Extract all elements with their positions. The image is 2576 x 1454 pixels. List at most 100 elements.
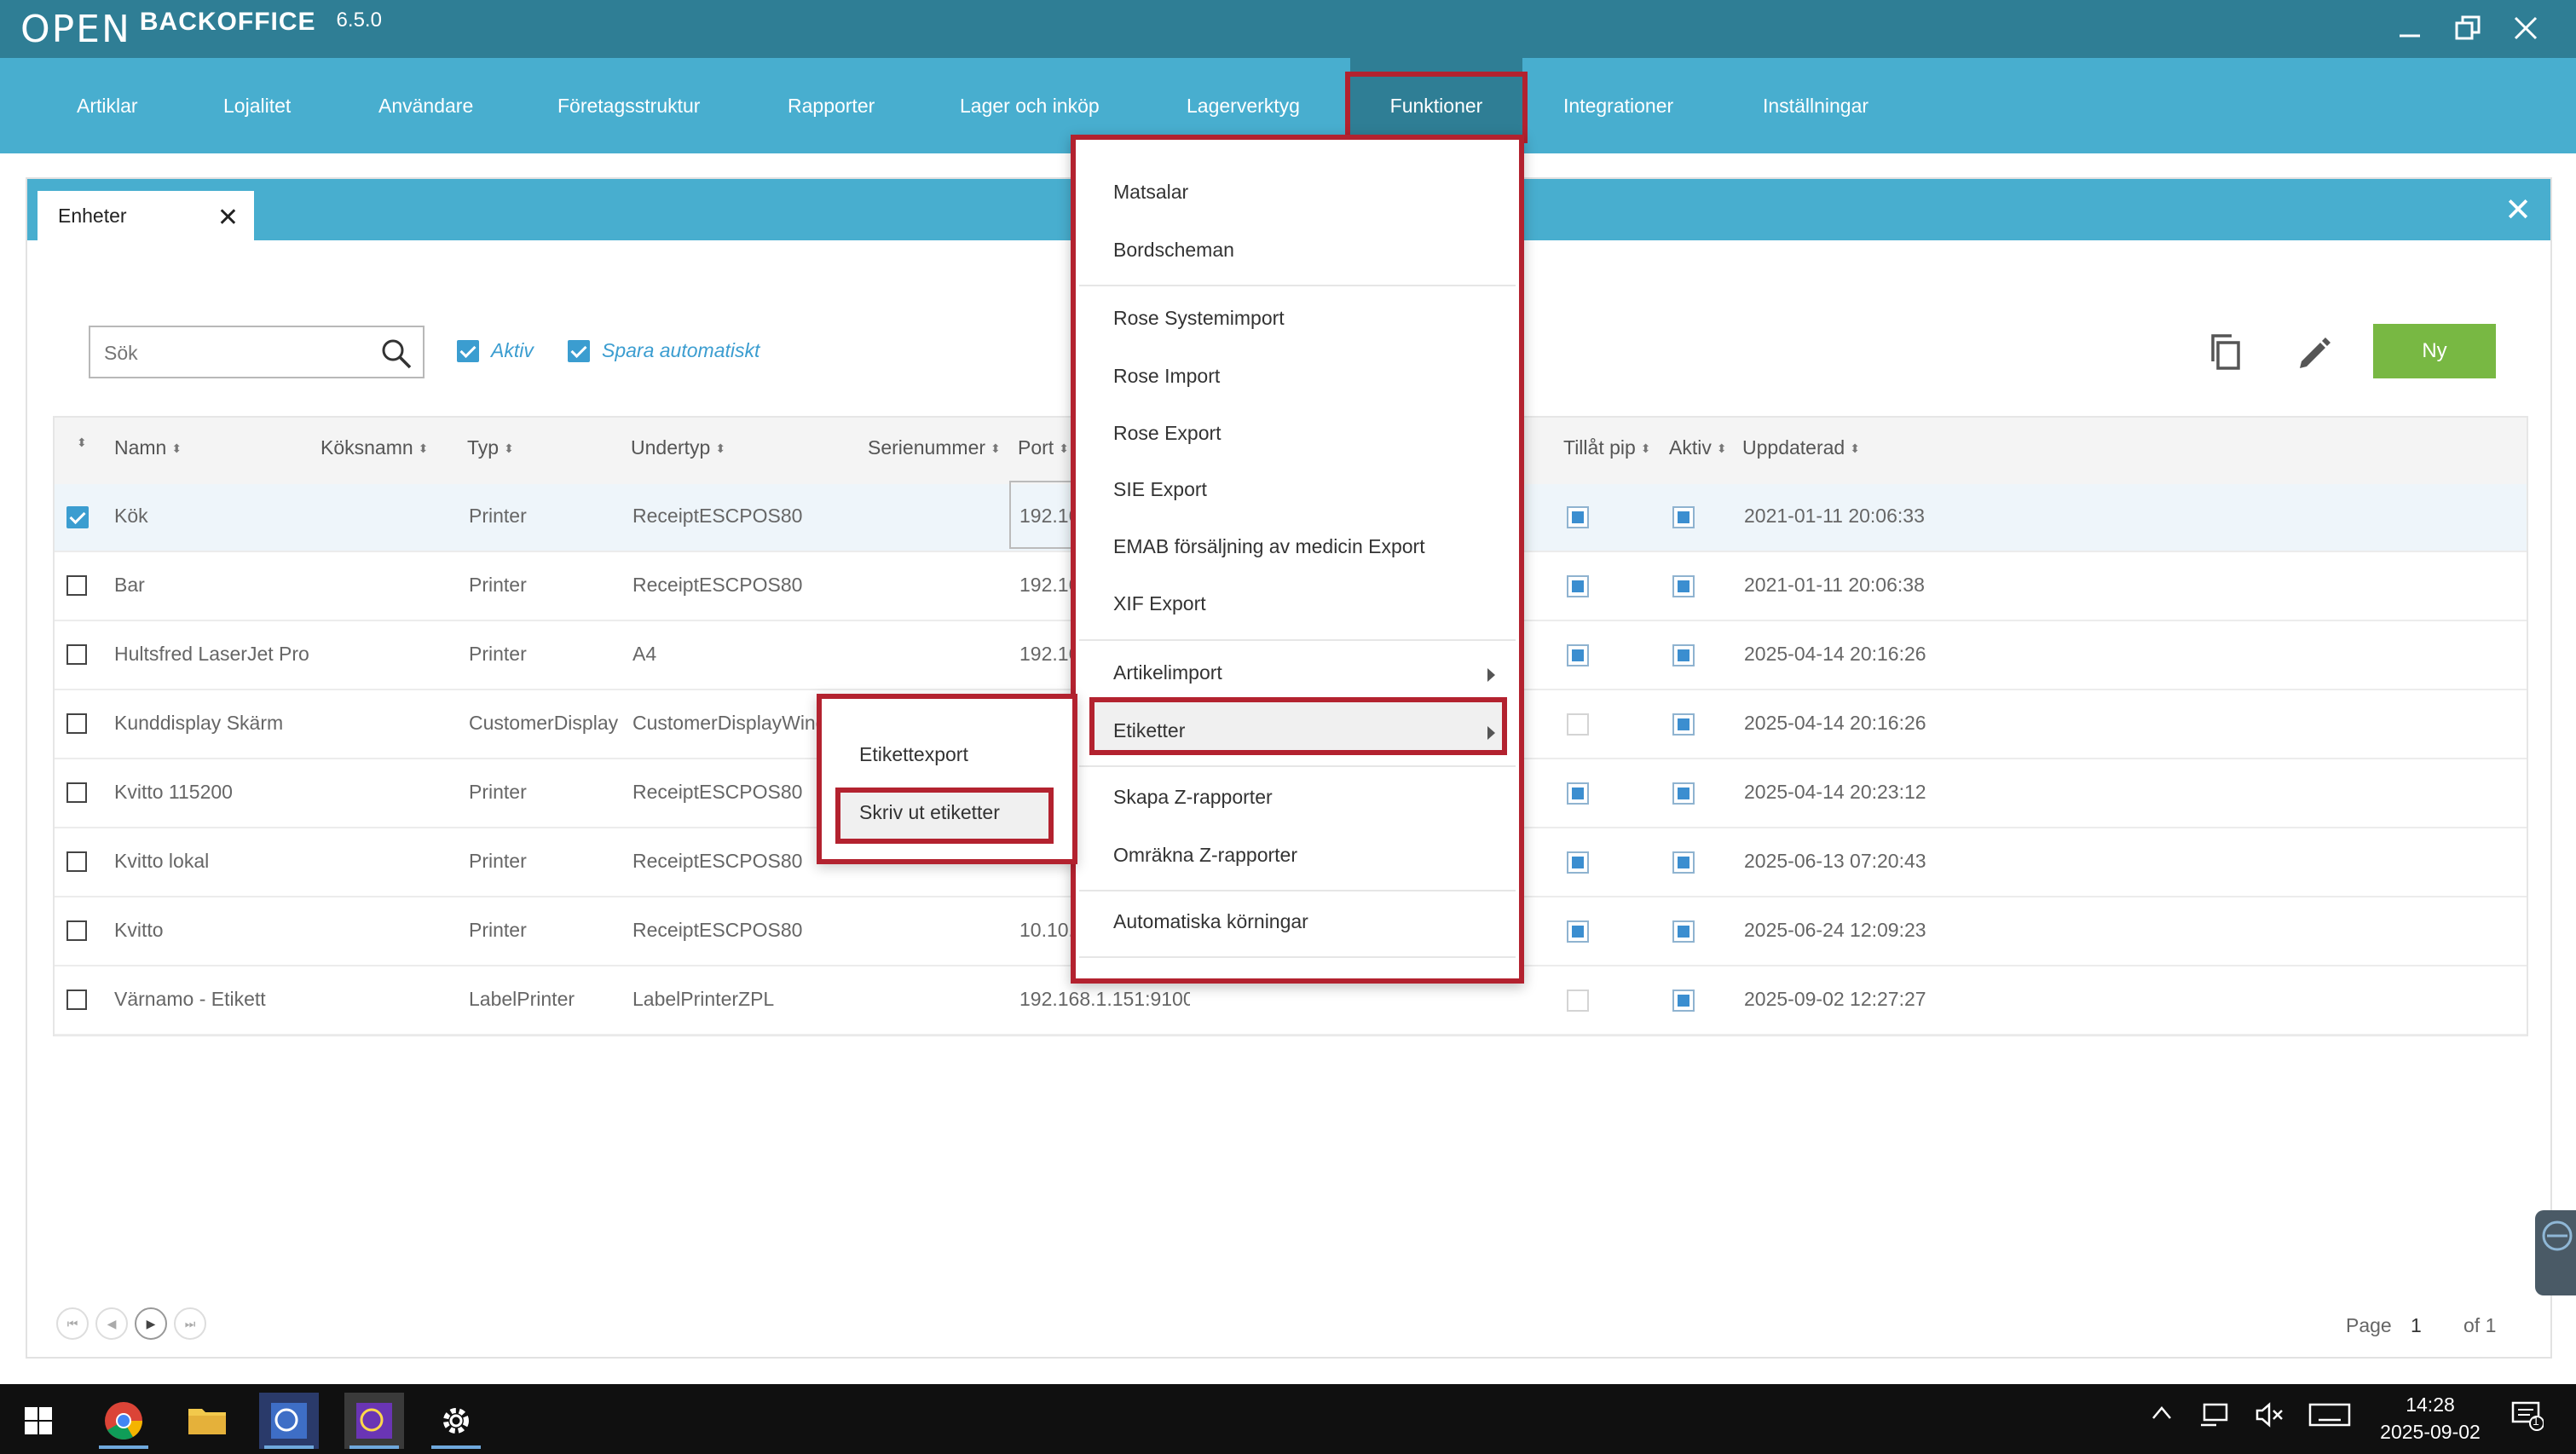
col-koksnamn-label: Köksnamn: [321, 436, 413, 459]
col-typ[interactable]: Typ ⬍: [467, 436, 514, 459]
cell-typ: Printer: [469, 505, 527, 527]
menu-rose-systemimport[interactable]: Rose Systemimport: [1113, 307, 1285, 330]
row-checkbox[interactable]: [66, 713, 87, 734]
close-window-icon[interactable]: [2510, 12, 2542, 44]
col-uppdaterad[interactable]: Uppdaterad ⬍: [1742, 436, 1860, 459]
nav-foretagsstruktur[interactable]: Företagsstruktur: [557, 58, 700, 153]
pip-checkbox[interactable]: [1567, 990, 1589, 1012]
menu-rose-import[interactable]: Rose Import: [1113, 365, 1220, 388]
select-all-sort[interactable]: ⬍: [77, 436, 87, 448]
pip-checkbox[interactable]: [1567, 713, 1589, 736]
notifications-icon[interactable]: 1: [2510, 1398, 2544, 1438]
copy-icon[interactable]: [2203, 329, 2249, 375]
tab-label: Enheter: [58, 204, 127, 227]
windows-start-icon[interactable]: [9, 1393, 68, 1449]
tab-enheter[interactable]: Enheter ✕: [38, 191, 254, 240]
keyboard-icon[interactable]: [2308, 1401, 2351, 1434]
restore-icon[interactable]: [2452, 12, 2484, 44]
nav-artiklar[interactable]: Artiklar: [77, 58, 138, 153]
active-checkbox[interactable]: [1672, 990, 1695, 1012]
nav-lojalitet[interactable]: Lojalitet: [223, 58, 291, 153]
open-backoffice-icon[interactable]: [259, 1393, 319, 1449]
taskbar-active-indicator: [349, 1445, 399, 1449]
menu-emab-export[interactable]: EMAB försäljning av medicin Export: [1113, 535, 1425, 558]
menu-artikelimport[interactable]: Artikelimport: [1113, 661, 1222, 684]
pip-checkbox[interactable]: [1567, 644, 1589, 666]
col-port[interactable]: Port ⬍: [1018, 436, 1069, 459]
volume-muted-icon[interactable]: [2254, 1401, 2284, 1434]
file-explorer-icon[interactable]: [177, 1393, 237, 1449]
chrome-icon[interactable]: [94, 1393, 153, 1449]
remote-support-tab[interactable]: [2535, 1210, 2576, 1295]
system-clock[interactable]: 14:28 2025-09-02: [2375, 1391, 2486, 1445]
col-aktiv[interactable]: Aktiv ⬍: [1669, 436, 1727, 459]
menu-etiketter[interactable]: Etiketter: [1113, 719, 1185, 742]
menu-divider: [1079, 890, 1516, 891]
menu-rose-export[interactable]: Rose Export: [1113, 422, 1222, 445]
open-backoffice-active-icon[interactable]: [344, 1393, 404, 1449]
cell-typ: Printer: [469, 919, 527, 941]
nav-rapporter[interactable]: Rapporter: [788, 58, 875, 153]
menu-matsalar[interactable]: Matsalar: [1113, 181, 1188, 204]
row-checkbox[interactable]: [66, 851, 87, 872]
menu-automatiska-korningar[interactable]: Automatiska körningar: [1113, 910, 1308, 933]
row-checkbox[interactable]: [66, 782, 87, 803]
next-page-icon[interactable]: ▶: [135, 1307, 167, 1340]
menu-skapa-z-rapporter[interactable]: Skapa Z-rapporter: [1113, 786, 1273, 809]
active-checkbox[interactable]: [1672, 575, 1695, 597]
first-page-icon[interactable]: ⏮: [56, 1307, 89, 1340]
submenu-etikettexport[interactable]: Etikettexport: [859, 743, 968, 766]
last-page-icon[interactable]: ⏭: [174, 1307, 206, 1340]
row-checkbox[interactable]: [66, 644, 87, 665]
close-all-tabs-icon[interactable]: ✕: [2504, 191, 2532, 229]
active-checkbox[interactable]: [1672, 644, 1695, 666]
active-checkbox[interactable]: [1672, 506, 1695, 528]
nav-anvandare[interactable]: Användare: [378, 58, 473, 153]
menu-bordscheman[interactable]: Bordscheman: [1113, 239, 1234, 262]
pip-checkbox[interactable]: [1567, 506, 1589, 528]
aktiv-checkbox[interactable]: [457, 339, 479, 362]
nav-installningar[interactable]: Inställningar: [1763, 58, 1868, 153]
menu-xif-export[interactable]: XIF Export: [1113, 592, 1206, 615]
col-namn[interactable]: Namn ⬍: [114, 436, 182, 459]
col-tillat-pip-label: Tillåt pip: [1563, 436, 1636, 459]
row-checkbox[interactable]: [66, 506, 89, 528]
active-checkbox[interactable]: [1672, 713, 1695, 736]
active-checkbox[interactable]: [1672, 782, 1695, 805]
title-bar: OPEN BACKOFFICE 6.5.0: [0, 0, 2576, 58]
pip-checkbox[interactable]: [1567, 920, 1589, 943]
search-icon[interactable]: [380, 338, 413, 370]
col-undertyp-label: Undertyp: [631, 436, 711, 459]
minimize-icon[interactable]: [2394, 12, 2426, 44]
active-checkbox[interactable]: [1672, 920, 1695, 943]
settings-gear-icon[interactable]: [426, 1393, 486, 1449]
prev-page-icon[interactable]: ◀: [95, 1307, 128, 1340]
network-icon[interactable]: [2199, 1401, 2230, 1434]
col-undertyp[interactable]: Undertyp ⬍: [631, 436, 725, 459]
search-input[interactable]: [104, 338, 368, 368]
active-checkbox[interactable]: [1672, 851, 1695, 874]
filter-aktiv[interactable]: Aktiv: [457, 339, 534, 362]
tab-close-icon[interactable]: ✕: [217, 203, 239, 233]
new-button[interactable]: Ny: [2373, 324, 2496, 378]
edit-icon[interactable]: [2291, 329, 2337, 375]
menu-omrakna-z-rapporter[interactable]: Omräkna Z-rapporter: [1113, 844, 1297, 867]
cell-undertyp: LabelPrinterZPL: [632, 988, 775, 1010]
submenu-skriv-ut-etiketter[interactable]: Skriv ut etiketter: [859, 801, 1000, 824]
filter-spara-automatiskt[interactable]: Spara automatiskt: [568, 339, 760, 362]
col-koksnamn[interactable]: Köksnamn ⬍: [321, 436, 428, 459]
pip-checkbox[interactable]: [1567, 782, 1589, 805]
col-serienummer[interactable]: Serienummer ⬍: [868, 436, 1001, 459]
search-box: [89, 326, 425, 378]
row-checkbox[interactable]: [66, 920, 87, 941]
tray-chevron-up-icon[interactable]: [2150, 1401, 2174, 1431]
funktioner-menu: Matsalar Bordscheman Rose Systemimport R…: [1071, 135, 1524, 984]
spara-automatiskt-checkbox[interactable]: [568, 339, 590, 362]
pip-checkbox[interactable]: [1567, 851, 1589, 874]
nav-integrationer[interactable]: Integrationer: [1563, 58, 1673, 153]
col-tillat-pip[interactable]: Tillåt pip ⬍: [1563, 436, 1651, 459]
pip-checkbox[interactable]: [1567, 575, 1589, 597]
row-checkbox[interactable]: [66, 575, 87, 596]
row-checkbox[interactable]: [66, 990, 87, 1010]
menu-sie-export[interactable]: SIE Export: [1113, 478, 1207, 501]
